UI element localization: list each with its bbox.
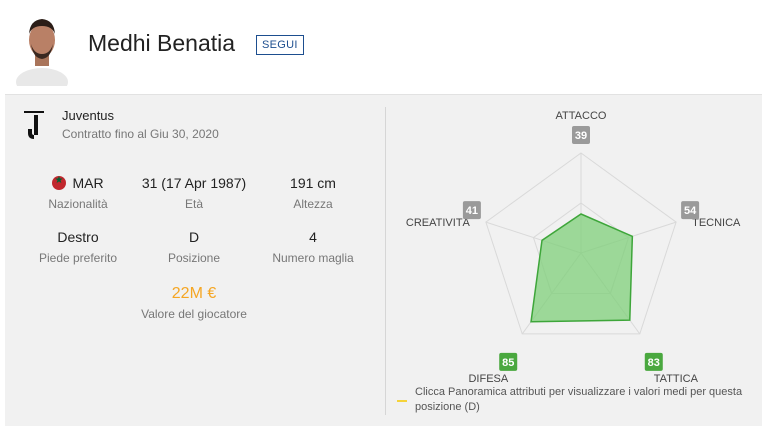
stat-age: 31 (17 Apr 1987) Età: [134, 175, 254, 211]
radar-value-label: 83: [648, 357, 660, 369]
nationality-label: Nazionalità: [48, 197, 108, 211]
player-overview-card: Juventus Contratto fino al Giu 30, 2020 …: [5, 94, 762, 426]
stat-position: D Posizione: [134, 229, 254, 265]
radar-value-label: 54: [684, 205, 697, 217]
radar-label-difesa: DIFESA: [468, 373, 508, 383]
foot-label: Piede preferito: [38, 251, 118, 265]
stat-foot: Destro Piede preferito: [18, 229, 138, 265]
radar-value-area: [530, 213, 634, 323]
shirt-value: 4: [309, 229, 317, 245]
market-value-label: Valore del giocatore: [141, 307, 247, 321]
radar-label-attacco: ATTACCO: [556, 110, 607, 122]
radar-value-label: 41: [466, 205, 478, 217]
player-name: Medhi Benatia: [88, 30, 236, 56]
stat-shirt-number: 4 Numero maglia: [253, 229, 373, 265]
club-name[interactable]: Juventus: [62, 108, 114, 123]
contract-expiry: Contratto fino al Giu 30, 2020: [62, 127, 219, 141]
stat-market-value: 22M € Valore del giocatore: [134, 285, 254, 321]
radar-value-label: 39: [575, 130, 587, 142]
player-header: Medhi Benatia SEGUI: [0, 0, 767, 90]
radar-value-label: 85: [502, 357, 514, 369]
legend-text: Clicca Panoramica attributi per visualiz…: [415, 386, 743, 413]
height-label: Altezza: [293, 197, 333, 211]
market-value: 22M €: [171, 285, 217, 302]
position-value: D: [188, 229, 200, 245]
morocco-flag-icon: [52, 175, 67, 190]
height-value: 191 cm: [290, 175, 336, 191]
stat-nationality: MAR Nazionalità: [18, 175, 138, 211]
attributes-radar-chart[interactable]: ATTACCO 39 TECNICA54 TATTICA 83 DIFESA 85 CREAT…: [405, 103, 755, 383]
follow-button[interactable]: SEGUI: [256, 35, 304, 55]
radar-label-creatività: CREATIVITÀ: [406, 216, 471, 229]
stat-height: 191 cm Altezza: [253, 175, 373, 211]
juventus-logo-icon: [24, 111, 44, 139]
position-label: Posizione: [167, 251, 221, 265]
radar-label-tattica: TATTICA: [654, 373, 699, 383]
shirt-label: Numero maglia: [272, 251, 354, 265]
age-value: 31 (17 Apr 1987): [141, 175, 247, 191]
age-label: Età: [184, 197, 203, 211]
radar-label-tecnica: TECNICA: [692, 217, 741, 229]
foot-value: Destro: [57, 229, 99, 245]
player-avatar: [16, 19, 68, 86]
vertical-divider: [385, 107, 386, 415]
nationality-value: MAR: [72, 175, 104, 191]
legend-swatch: [397, 400, 407, 402]
